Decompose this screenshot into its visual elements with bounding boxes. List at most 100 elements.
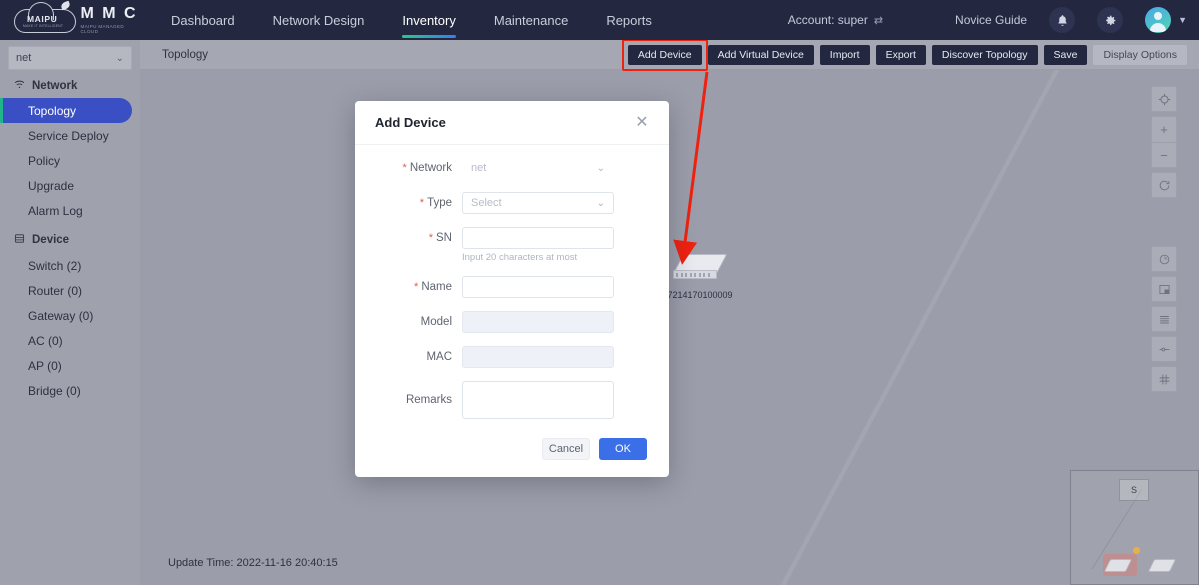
sn-hint: Input 20 characters at most [462, 252, 578, 263]
sidebar-item-label: Router (0) [28, 283, 83, 298]
sidebar: net ⌄ Network Topology Service Deploy Po… [0, 40, 140, 585]
cancel-button[interactable]: Cancel [542, 438, 590, 460]
sidebar-item-service-deploy[interactable]: Service Deploy [0, 123, 132, 148]
network-select[interactable]: net ⌄ [462, 157, 614, 179]
remarks-textarea[interactable] [462, 381, 614, 419]
minimap-device-node [1147, 559, 1177, 572]
field-label-mac: MAC [426, 351, 452, 363]
logo-word: MAIPU [27, 14, 58, 24]
network-scope-value: net [16, 52, 32, 64]
sidebar-item-policy[interactable]: Policy [0, 148, 132, 173]
device-node-label: 7214170100009 [667, 290, 733, 300]
import-button[interactable]: Import [819, 44, 870, 65]
sn-input[interactable] [462, 227, 614, 249]
field-label-remarks: Remarks [405, 394, 452, 406]
type-select-placeholder: Select [471, 197, 502, 209]
mac-input [462, 346, 614, 368]
nav-tab-dashboard[interactable]: Dashboard [152, 0, 254, 40]
add-virtual-device-button[interactable]: Add Virtual Device [707, 44, 814, 65]
close-icon[interactable]: ✕ [633, 114, 651, 132]
field-label-model: Model [420, 316, 452, 328]
save-button[interactable]: Save [1043, 44, 1088, 65]
grid-icon[interactable] [1151, 366, 1177, 392]
sidebar-item-upgrade[interactable]: Upgrade [0, 173, 132, 198]
minimap-node-label: S [1130, 485, 1137, 495]
nav-tab-reports[interactable]: Reports [587, 0, 671, 40]
chevron-down-icon: ⌄ [596, 162, 605, 174]
topology-device-node[interactable]: 7214170100009 [667, 252, 733, 300]
sidebar-item-alarm-log[interactable]: Alarm Log [0, 198, 132, 223]
sidebar-item-label: Topology [28, 103, 77, 118]
sidebar-item-label: Bridge (0) [28, 383, 81, 398]
dialog-title: Add Device [375, 115, 446, 130]
brand-name: M M C [80, 4, 138, 22]
chevron-down-icon: ▼ [1178, 15, 1187, 25]
sidebar-item-ap[interactable]: AP (0) [0, 353, 132, 378]
slider-icon[interactable] [1151, 336, 1177, 362]
sidebar-item-ac[interactable]: AC (0) [0, 328, 132, 353]
topology-canvas[interactable]: 7214170100009 + − S [140, 70, 1199, 585]
gear-icon[interactable] [1097, 7, 1124, 33]
update-time-label: Update Time: 2022-11-16 20:40:15 [168, 557, 338, 569]
user-menu[interactable]: ▼ [1145, 7, 1187, 33]
type-select[interactable]: Select ⌄ [462, 192, 614, 214]
toolbar-actions: Add Device Add Virtual Device Import Exp… [621, 38, 1199, 71]
account-label: Account: super [787, 13, 868, 27]
sidebar-group-device-label: Device [32, 234, 70, 246]
sidebar-item-label: AP (0) [28, 358, 62, 373]
zoom-out-icon[interactable]: − [1151, 142, 1177, 168]
switch-device-icon [672, 252, 728, 288]
field-row-name: Name [355, 276, 669, 298]
layout-panel-icon[interactable] [1151, 276, 1177, 302]
list-lines-icon[interactable] [1151, 306, 1177, 332]
page-toolbar: Topology Add Device Add Virtual Device I… [140, 38, 1199, 71]
nav-tab-inventory[interactable]: Inventory [383, 0, 474, 40]
sidebar-item-label: Switch (2) [28, 258, 82, 273]
sidebar-item-label: Alarm Log [28, 203, 83, 218]
nav-tab-network-design[interactable]: Network Design [254, 0, 384, 40]
clock-pie-icon[interactable] [1151, 246, 1177, 272]
field-label-type: Type [355, 192, 462, 214]
sidebar-item-router[interactable]: Router (0) [0, 278, 132, 303]
nav-tab-maintenance[interactable]: Maintenance [475, 0, 587, 40]
bell-icon[interactable] [1049, 7, 1076, 33]
nav-right-cluster: Account: super ⇄ Novice Guide ▼ [788, 7, 1199, 33]
sidebar-item-gateway[interactable]: Gateway (0) [0, 303, 132, 328]
canvas-panel-tools [1151, 246, 1177, 396]
field-row-sn: SN Input 20 characters at most [355, 227, 669, 263]
zoom-in-icon[interactable]: + [1151, 116, 1177, 142]
minimap-cloud-node: S [1119, 479, 1149, 501]
brand-logo[interactable]: MAIPU MAKE IT INTELLIGENT M M C MAIPU MA… [0, 0, 140, 35]
top-navigation-bar: MAIPU MAKE IT INTELLIGENT M M C MAIPU MA… [0, 0, 1199, 40]
dialog-body: Network net ⌄ Type Select ⌄ [355, 145, 669, 424]
refresh-icon[interactable] [1151, 172, 1177, 198]
sidebar-item-topology[interactable]: Topology [0, 98, 132, 123]
dialog-footer: Cancel OK [355, 421, 669, 477]
field-row-type: Type Select ⌄ [355, 192, 669, 214]
sidebar-item-label: Gateway (0) [28, 308, 94, 323]
sidebar-item-switch[interactable]: Switch (2) [0, 253, 132, 278]
ok-button[interactable]: OK [599, 438, 647, 460]
field-label-network: Network [355, 157, 462, 179]
chevron-down-icon: ⌄ [596, 197, 605, 209]
sidebar-item-bridge[interactable]: Bridge (0) [0, 378, 132, 403]
network-scope-select[interactable]: net ⌄ [8, 46, 132, 70]
swap-icon: ⇄ [873, 14, 884, 27]
locate-target-icon[interactable] [1151, 86, 1177, 112]
maipu-cloud-icon: MAIPU MAKE IT INTELLIGENT [14, 0, 76, 35]
sidebar-group-network: Network [0, 70, 140, 98]
account-switcher[interactable]: Account: super ⇄ [788, 13, 883, 27]
export-button[interactable]: Export [875, 44, 926, 65]
minimap[interactable]: S [1070, 470, 1199, 585]
chevron-down-icon: ⌄ [115, 52, 124, 64]
field-label-name: Name [355, 276, 462, 298]
wifi-icon [14, 80, 25, 92]
display-options-button[interactable]: Display Options [1093, 44, 1187, 65]
novice-guide-link[interactable]: Novice Guide [955, 13, 1027, 27]
minimap-device-node [1103, 559, 1133, 572]
name-input[interactable] [462, 276, 614, 298]
discover-topology-button[interactable]: Discover Topology [931, 44, 1038, 65]
logo-subtext: MAKE IT INTELLIGENT [23, 24, 64, 28]
sidebar-item-label: Policy [28, 153, 61, 168]
add-device-button[interactable]: Add Device [621, 38, 708, 71]
